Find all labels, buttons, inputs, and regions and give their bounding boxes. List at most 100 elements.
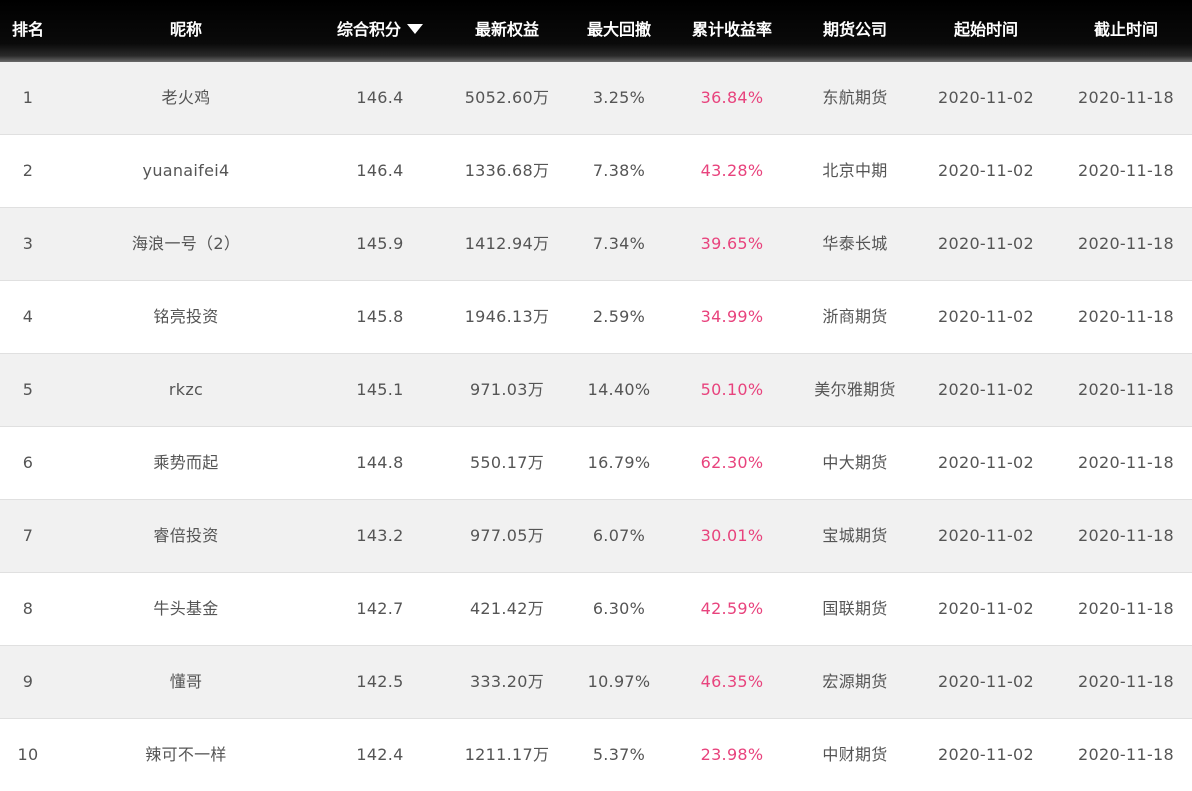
cell-start: 2020-11-02 bbox=[938, 745, 1034, 764]
header-drawdown[interactable]: 最大回撤 bbox=[572, 0, 666, 60]
header-score-label: 综合积分 bbox=[336, 20, 401, 39]
table-row[interactable]: 5 rkzc 145.1 971.03万 14.40% 50.10% 美尔雅期货… bbox=[0, 354, 1192, 427]
cell-firm: 浙商期货 bbox=[822, 307, 888, 326]
cell-end: 2020-11-18 bbox=[1078, 380, 1174, 399]
cell-score: 143.2 bbox=[356, 526, 404, 545]
header-score[interactable]: 综合积分 bbox=[320, 0, 440, 60]
header-return[interactable]: 累计收益率 bbox=[676, 0, 788, 60]
cell-firm: 北京中期 bbox=[822, 161, 888, 180]
cell-start: 2020-11-02 bbox=[938, 599, 1034, 618]
cell-end: 2020-11-18 bbox=[1078, 526, 1174, 545]
cell-equity: 333.20万 bbox=[469, 672, 545, 691]
cell-return: 62.30% bbox=[700, 453, 764, 472]
cell-rank: 2 bbox=[22, 161, 34, 180]
cell-firm: 宏源期货 bbox=[822, 672, 888, 691]
table-row[interactable]: 10 辣可不一样 142.4 1211.17万 5.37% 23.98% 中财期… bbox=[0, 719, 1192, 791]
cell-firm: 中财期货 bbox=[822, 745, 888, 764]
cell-start: 2020-11-02 bbox=[938, 380, 1034, 399]
cell-score: 146.4 bbox=[356, 161, 404, 180]
header-end[interactable]: 截止时间 bbox=[1062, 0, 1190, 60]
cell-score: 145.9 bbox=[356, 234, 404, 253]
header-rank[interactable]: 排名 bbox=[0, 0, 56, 60]
cell-return: 36.84% bbox=[700, 88, 764, 107]
cell-equity: 1211.17万 bbox=[464, 745, 550, 764]
table-row[interactable]: 4 铭亮投资 145.8 1946.13万 2.59% 34.99% 浙商期货 … bbox=[0, 281, 1192, 354]
cell-score: 142.5 bbox=[356, 672, 404, 691]
cell-return: 50.10% bbox=[700, 380, 764, 399]
table-row[interactable]: 6 乘势而起 144.8 550.17万 16.79% 62.30% 中大期货 … bbox=[0, 427, 1192, 500]
cell-score: 145.8 bbox=[356, 307, 404, 326]
cell-return: 42.59% bbox=[700, 599, 764, 618]
cell-rank: 6 bbox=[22, 453, 34, 472]
table-row[interactable]: 9 懂哥 142.5 333.20万 10.97% 46.35% 宏源期货 20… bbox=[0, 646, 1192, 719]
cell-nickname[interactable]: 牛头基金 bbox=[86, 573, 286, 645]
cell-start: 2020-11-02 bbox=[938, 307, 1034, 326]
cell-end: 2020-11-18 bbox=[1078, 672, 1174, 691]
cell-rank: 3 bbox=[22, 234, 34, 253]
cell-end: 2020-11-18 bbox=[1078, 453, 1174, 472]
table-row[interactable]: 8 牛头基金 142.7 421.42万 6.30% 42.59% 国联期货 2… bbox=[0, 573, 1192, 646]
cell-equity: 977.05万 bbox=[469, 526, 545, 545]
cell-rank: 9 bbox=[22, 672, 34, 691]
cell-nickname[interactable]: rkzc bbox=[86, 354, 286, 426]
cell-nickname[interactable]: 铭亮投资 bbox=[86, 281, 286, 353]
cell-firm: 宝城期货 bbox=[822, 526, 888, 545]
cell-return: 23.98% bbox=[700, 745, 764, 764]
cell-firm: 华泰长城 bbox=[822, 234, 888, 253]
cell-equity: 5052.60万 bbox=[464, 88, 550, 107]
cell-firm: 美尔雅期货 bbox=[814, 380, 896, 399]
cell-firm: 国联期货 bbox=[822, 599, 888, 618]
header-start[interactable]: 起始时间 bbox=[922, 0, 1050, 60]
cell-rank: 10 bbox=[17, 745, 39, 764]
cell-rank: 4 bbox=[22, 307, 34, 326]
cell-end: 2020-11-18 bbox=[1078, 234, 1174, 253]
cell-equity: 1946.13万 bbox=[464, 307, 550, 326]
cell-nickname[interactable]: 睿倍投资 bbox=[86, 500, 286, 572]
cell-nickname[interactable]: 乘势而起 bbox=[86, 427, 286, 499]
ranking-table: 排名 昵称 综合积分 最新权益 最大回撤 累计收益率 期货公司 起始时间 截止时… bbox=[0, 0, 1192, 791]
cell-equity: 971.03万 bbox=[469, 380, 545, 399]
cell-nickname[interactable]: 海浪一号（2） bbox=[86, 208, 286, 280]
cell-end: 2020-11-18 bbox=[1078, 161, 1174, 180]
cell-drawdown: 10.97% bbox=[587, 672, 651, 691]
cell-nickname[interactable]: 辣可不一样 bbox=[86, 719, 286, 791]
cell-return: 43.28% bbox=[700, 161, 764, 180]
cell-return: 39.65% bbox=[700, 234, 764, 253]
cell-end: 2020-11-18 bbox=[1078, 88, 1174, 107]
table-row[interactable]: 2 yuanaifei4 146.4 1336.68万 7.38% 43.28%… bbox=[0, 135, 1192, 208]
cell-end: 2020-11-18 bbox=[1078, 745, 1174, 764]
cell-drawdown: 2.59% bbox=[592, 307, 646, 326]
cell-start: 2020-11-02 bbox=[938, 526, 1034, 545]
header-nickname[interactable]: 昵称 bbox=[86, 0, 286, 60]
cell-score: 142.4 bbox=[356, 745, 404, 764]
cell-nickname[interactable]: 老火鸡 bbox=[86, 62, 286, 134]
cell-nickname[interactable]: 懂哥 bbox=[86, 646, 286, 718]
cell-rank: 7 bbox=[22, 526, 34, 545]
cell-start: 2020-11-02 bbox=[938, 161, 1034, 180]
cell-drawdown: 7.34% bbox=[592, 234, 646, 253]
header-firm[interactable]: 期货公司 bbox=[796, 0, 914, 60]
table-row[interactable]: 7 睿倍投资 143.2 977.05万 6.07% 30.01% 宝城期货 2… bbox=[0, 500, 1192, 573]
cell-return: 46.35% bbox=[700, 672, 764, 691]
cell-return: 30.01% bbox=[700, 526, 764, 545]
table-row[interactable]: 1 老火鸡 146.4 5052.60万 3.25% 36.84% 东航期货 2… bbox=[0, 62, 1192, 135]
cell-drawdown: 14.40% bbox=[587, 380, 651, 399]
cell-end: 2020-11-18 bbox=[1078, 307, 1174, 326]
cell-end: 2020-11-18 bbox=[1078, 599, 1174, 618]
cell-start: 2020-11-02 bbox=[938, 234, 1034, 253]
cell-firm: 东航期货 bbox=[822, 88, 888, 107]
cell-equity: 1412.94万 bbox=[464, 234, 550, 253]
cell-return: 34.99% bbox=[700, 307, 764, 326]
table-row[interactable]: 3 海浪一号（2） 145.9 1412.94万 7.34% 39.65% 华泰… bbox=[0, 208, 1192, 281]
cell-start: 2020-11-02 bbox=[938, 672, 1034, 691]
cell-nickname[interactable]: yuanaifei4 bbox=[86, 135, 286, 207]
cell-score: 146.4 bbox=[356, 88, 404, 107]
cell-start: 2020-11-02 bbox=[938, 88, 1034, 107]
cell-firm: 中大期货 bbox=[822, 453, 888, 472]
cell-drawdown: 16.79% bbox=[587, 453, 651, 472]
cell-drawdown: 5.37% bbox=[592, 745, 646, 764]
cell-equity: 1336.68万 bbox=[464, 161, 550, 180]
header-equity[interactable]: 最新权益 bbox=[446, 0, 568, 60]
cell-score: 144.8 bbox=[356, 453, 404, 472]
sort-down-icon[interactable] bbox=[407, 23, 423, 34]
